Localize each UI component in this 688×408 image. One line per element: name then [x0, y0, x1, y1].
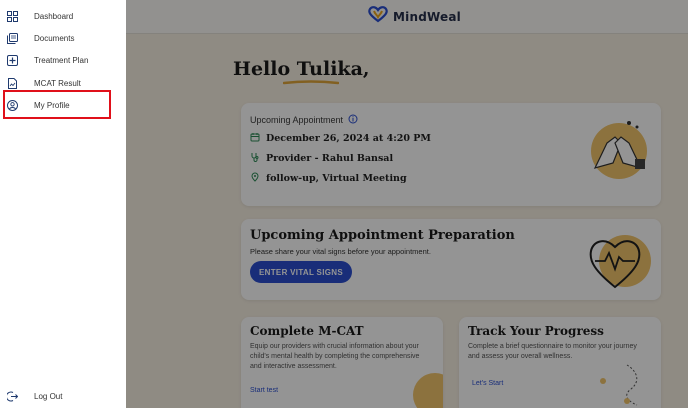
sidebar-item-dashboard[interactable]: Dashboard [0, 6, 126, 26]
sidebar-item-label: Treatment Plan [34, 55, 89, 65]
sidebar-item-label: Dashboard [34, 11, 74, 21]
sidebar-item-logout[interactable]: Log Out [0, 386, 126, 406]
sidebar-drawer: Dashboard Documents Treatment Plan MCAT … [0, 0, 126, 408]
sidebar-item-treatment-plan[interactable]: Treatment Plan [0, 50, 126, 70]
plus-square-icon [6, 54, 18, 66]
sidebar-item-label: Documents [34, 33, 75, 43]
logout-icon [6, 390, 18, 402]
sidebar-item-documents[interactable]: Documents [0, 28, 126, 48]
file-chart-icon [6, 77, 18, 89]
selection-highlight-box [3, 90, 111, 119]
modal-overlay[interactable] [126, 0, 688, 408]
documents-icon [6, 32, 18, 44]
logout-label: Log Out [34, 391, 63, 401]
grid-icon [6, 10, 18, 22]
sidebar-item-label: MCAT Result [34, 78, 81, 88]
